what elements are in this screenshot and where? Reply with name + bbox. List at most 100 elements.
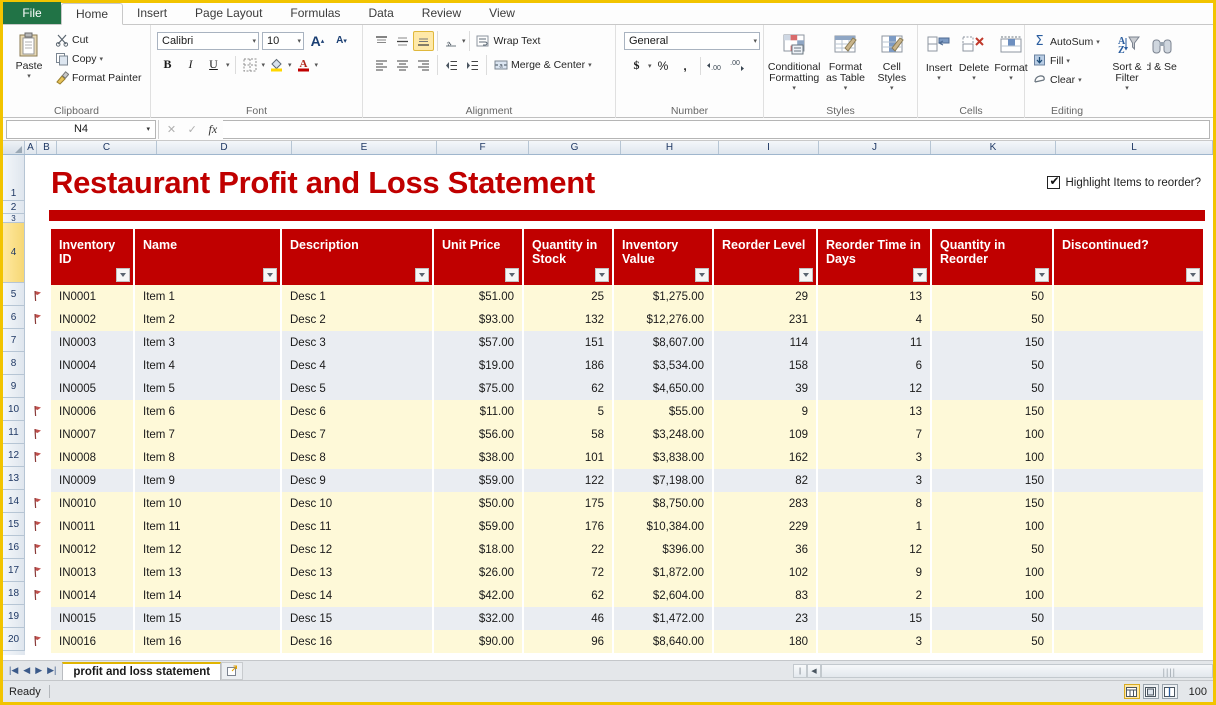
chevron-down-icon[interactable]: ▾ [262, 61, 266, 69]
cell-desc[interactable]: Desc 15 [282, 607, 432, 630]
cell-name[interactable]: Item 13 [135, 561, 280, 584]
align-top-button[interactable] [371, 31, 392, 51]
col-header-G[interactable]: G [529, 141, 621, 154]
cell-discontinued[interactable] [1054, 423, 1203, 446]
cell-name[interactable]: Item 4 [135, 354, 280, 377]
chevron-down-icon[interactable]: ▾ [1066, 57, 1070, 65]
cell-reorder_days[interactable]: 3 [818, 630, 930, 653]
cell-qty_reorder[interactable]: 100 [932, 446, 1052, 469]
table-row[interactable]: IN0014 Item 14 Desc 14 $42.00 62 $2,604.00 83 2… [51, 584, 1203, 607]
cell-qty_reorder[interactable]: 150 [932, 492, 1052, 515]
table-row[interactable]: IN0007 Item 7 Desc 7 $56.00 58 $3,248.00 109 7 1… [51, 423, 1203, 446]
cell-name[interactable]: Item 14 [135, 584, 280, 607]
tab-data[interactable]: Data [354, 2, 407, 24]
cell-reorder_level[interactable]: 36 [714, 538, 816, 561]
scroll-left-button[interactable]: ◀ [807, 664, 821, 678]
row-header-3[interactable]: 3 [3, 214, 25, 223]
horizontal-scrollbar[interactable]: | ◀ |||| [793, 661, 1213, 681]
cell-reorder_level[interactable]: 109 [714, 423, 816, 446]
cell-qty_reorder[interactable]: 50 [932, 538, 1052, 561]
cell-id[interactable]: IN0015 [51, 607, 133, 630]
cell-styles-button[interactable]: Cell Styles ▾ [871, 30, 913, 94]
chevron-down-icon[interactable]: ▾ [27, 72, 31, 80]
cell-reorder_days[interactable]: 3 [818, 469, 930, 492]
page-break-view-button[interactable] [1161, 684, 1178, 699]
cell-name[interactable]: Item 1 [135, 285, 280, 308]
increase-decimal-button[interactable]: .00 [705, 55, 726, 76]
cell-qty_stock[interactable]: 101 [524, 446, 612, 469]
cell-unit_price[interactable]: $19.00 [434, 354, 522, 377]
cell-unit_price[interactable]: $59.00 [434, 515, 522, 538]
chevron-down-icon[interactable]: ▾ [1009, 74, 1013, 82]
align-right-button[interactable] [413, 55, 434, 75]
cell-inv_value[interactable]: $3,838.00 [614, 446, 712, 469]
cell-id[interactable]: IN0009 [51, 469, 133, 492]
insert-function-icon[interactable]: fx [209, 122, 218, 137]
cell-qty_stock[interactable]: 62 [524, 377, 612, 400]
cell-desc[interactable]: Desc 13 [282, 561, 432, 584]
cell-qty_stock[interactable]: 151 [524, 331, 612, 354]
col-quantity-in-stock[interactable]: Quantity in Stock [524, 229, 612, 285]
cell-reorder_days[interactable]: 8 [818, 492, 930, 515]
cell-desc[interactable]: Desc 4 [282, 354, 432, 377]
cell-discontinued[interactable] [1054, 285, 1203, 308]
cell-inv_value[interactable]: $10,384.00 [614, 515, 712, 538]
cell-unit_price[interactable]: $56.00 [434, 423, 522, 446]
cell-unit_price[interactable]: $38.00 [434, 446, 522, 469]
tab-review[interactable]: Review [408, 2, 475, 24]
col-header-A[interactable]: A [25, 141, 37, 154]
cell-qty_stock[interactable]: 175 [524, 492, 612, 515]
cell-id[interactable]: IN0004 [51, 354, 133, 377]
delete-cells-button[interactable]: Delete ▾ [956, 30, 992, 84]
cell-discontinued[interactable] [1054, 354, 1203, 377]
col-header-D[interactable]: D [157, 141, 292, 154]
cell-reorder_level[interactable]: 23 [714, 607, 816, 630]
cell-reorder_level[interactable]: 229 [714, 515, 816, 538]
cell-discontinued[interactable] [1054, 377, 1203, 400]
row-header-19[interactable]: 19 [3, 605, 25, 628]
hscroll-track[interactable]: |||| [821, 664, 1213, 678]
col-description[interactable]: Description [282, 229, 432, 285]
cell-discontinued[interactable] [1054, 584, 1203, 607]
filter-dropdown-icon[interactable] [695, 268, 709, 282]
filter-dropdown-icon[interactable] [595, 268, 609, 282]
next-sheet-icon[interactable]: ▶ [35, 665, 42, 676]
cell-name[interactable]: Item 5 [135, 377, 280, 400]
col-quantity-in-reorder[interactable]: Quantity in Reorder [932, 229, 1052, 285]
cell-reorder_level[interactable]: 102 [714, 561, 816, 584]
cut-button[interactable]: Cut [51, 30, 144, 49]
cell-name[interactable]: Item 10 [135, 492, 280, 515]
chevron-down-icon[interactable]: ▾ [288, 61, 292, 69]
align-center-button[interactable] [392, 55, 413, 75]
cell-desc[interactable]: Desc 16 [282, 630, 432, 653]
cell-discontinued[interactable] [1054, 515, 1203, 538]
filter-dropdown-icon[interactable] [1186, 268, 1200, 282]
format-painter-button[interactable]: Format Painter [51, 68, 144, 87]
row-header-14[interactable]: 14 [3, 490, 25, 513]
normal-view-button[interactable] [1123, 684, 1140, 699]
cell-discontinued[interactable] [1054, 630, 1203, 653]
cell-unit_price[interactable]: $93.00 [434, 308, 522, 331]
cell-inv_value[interactable]: $1,872.00 [614, 561, 712, 584]
cell-reorder_level[interactable]: 39 [714, 377, 816, 400]
cell-id[interactable]: IN0013 [51, 561, 133, 584]
tab-file[interactable]: File [3, 2, 61, 24]
chevron-down-icon[interactable]: ▾ [937, 74, 941, 82]
last-sheet-icon[interactable]: ▶| [47, 665, 56, 676]
cell-inv_value[interactable]: $3,534.00 [614, 354, 712, 377]
table-row[interactable]: IN0003 Item 3 Desc 3 $57.00 151 $8,607.00 114 1… [51, 331, 1203, 354]
chevron-down-icon[interactable]: ▾ [226, 61, 230, 69]
cell-reorder_days[interactable]: 4 [818, 308, 930, 331]
cell-reorder_level[interactable]: 283 [714, 492, 816, 515]
cell-qty_stock[interactable]: 62 [524, 584, 612, 607]
chevron-down-icon[interactable]: ▾ [972, 74, 976, 82]
cell-unit_price[interactable]: $26.00 [434, 561, 522, 584]
cell-reorder_level[interactable]: 231 [714, 308, 816, 331]
cell-unit_price[interactable]: $59.00 [434, 469, 522, 492]
chevron-down-icon[interactable]: ▾ [146, 125, 150, 133]
chevron-down-icon[interactable]: ▾ [1125, 84, 1129, 92]
cell-unit_price[interactable]: $32.00 [434, 607, 522, 630]
cell-qty_reorder[interactable]: 100 [932, 584, 1052, 607]
col-header-B[interactable]: B [37, 141, 57, 154]
comma-button[interactable]: , [675, 55, 696, 76]
